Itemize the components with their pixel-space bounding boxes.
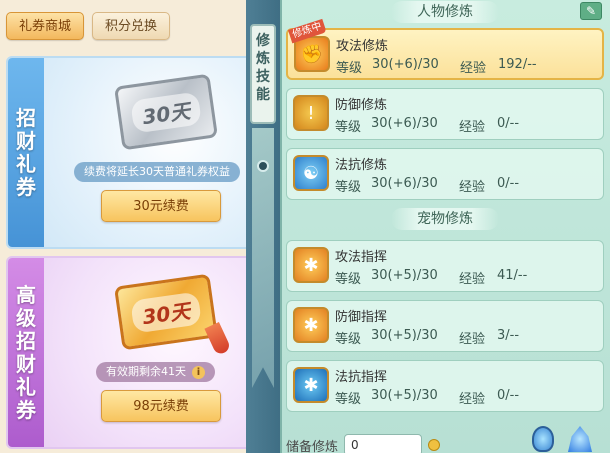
card-title-vertical: 招 财 礼 券 [8, 58, 44, 247]
fortune-voucher-card: 招 财 礼 券 30天 续费将延长30天普通礼券权益 30元续费 [6, 56, 264, 249]
pet-training-row-magic-resist[interactable]: ✱ 法抗指挥 等级 30(+5)/30 经验 0/-- [286, 360, 604, 412]
pet-training-row-attack[interactable]: ✱ 攻法指挥 等级 30(+5)/30 经验 41/-- [286, 240, 604, 292]
paw-resist-icon: ✱ [293, 367, 329, 403]
banner-title: 修 炼 技 能 [250, 24, 276, 124]
training-row-magic-resist[interactable]: ☯ 法抗修炼 等级 30(+6)/30 经验 0/-- [286, 148, 604, 200]
potion-icon[interactable] [532, 426, 554, 452]
reserve-training-value: 0 [344, 434, 423, 453]
training-row-defense[interactable]: ! 防御修炼 等级 30(+6)/30 经验 0/-- [286, 88, 604, 140]
gold-ticket-image: 30天 [114, 273, 218, 351]
renewal-description: 续费将延长30天普通礼券权益 [74, 162, 240, 182]
cultivation-panel: 人物修炼 ✎ ✊ 修炼中 攻法修炼 等级 30(+6)/30 经验 192/--… [280, 0, 610, 453]
training-row-attack[interactable]: ✊ 修炼中 攻法修炼 等级 30(+6)/30 经验 192/-- [286, 18, 604, 80]
paw-defense-icon: ✱ [293, 307, 329, 343]
info-icon[interactable]: i [192, 365, 205, 379]
card-title-vertical: 高 级 招 财 礼 券 [8, 258, 44, 447]
premium-fortune-voucher-card: 高 级 招 财 礼 券 30天 有效期剩余41天 i 98元续费 [6, 256, 264, 449]
knot-decoration [257, 160, 269, 172]
section-pet-training: 宠物修炼 [282, 208, 608, 230]
tassel-decoration [204, 322, 232, 356]
fire-claw-icon: ✊ [294, 36, 330, 72]
edit-icon[interactable]: ✎ [580, 2, 602, 20]
tab-voucher-shop[interactable]: 礼券商城 [6, 12, 85, 40]
tab-points-exchange[interactable]: 积分兑换 [92, 12, 171, 40]
paw-attack-icon: ✱ [293, 247, 329, 283]
renew-30-button[interactable]: 30元续费 [101, 190, 221, 222]
section-character-training: 人物修炼 [282, 1, 608, 23]
cultivation-skill-banner: 修 炼 技 能 [246, 0, 280, 453]
renew-98-button[interactable]: 98元续费 [101, 390, 221, 422]
pet-training-row-defense[interactable]: ✱ 防御指挥 等级 30(+5)/30 经验 3/-- [286, 300, 604, 352]
yin-yang-shield-icon: ☯ [293, 155, 329, 191]
tab-bar: 礼券商城 积分兑换 [6, 12, 171, 40]
coin-icon [428, 439, 441, 451]
validity-remaining: 有效期剩余41天 i [96, 362, 215, 382]
shield-icon: ! [293, 95, 329, 131]
gift-voucher-panel: 礼券商城 积分兑换 招 财 礼 券 30天 续费将延长30天普通礼券权益 30元… [0, 0, 268, 453]
reserve-training-label: 储备修炼 [286, 439, 339, 453]
reserve-training-bar: 储备修炼 0 [286, 434, 441, 453]
silver-ticket-image: 30天 [114, 73, 218, 151]
